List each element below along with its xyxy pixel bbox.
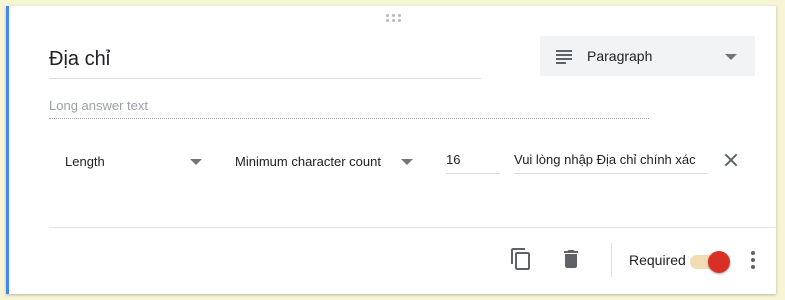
question-card[interactable]: Địa chỉ Paragraph Long answer text Lengt…	[6, 6, 779, 294]
validation-condition-select[interactable]: Minimum character count	[222, 146, 422, 174]
validation-type-select[interactable]: Length	[49, 146, 209, 174]
toggle-knob	[708, 251, 730, 273]
answer-placeholder: Long answer text	[49, 98, 649, 119]
chevron-down-icon	[190, 159, 202, 165]
validation-error-text-input[interactable]: Vui lòng nhập Địa chỉ chính xác	[514, 146, 707, 174]
duplicate-icon[interactable]	[509, 247, 533, 271]
paragraph-lines-icon	[556, 50, 572, 64]
footer-divider	[49, 227, 779, 228]
validation-type-label: Length	[65, 154, 105, 169]
footer-vertical-divider	[611, 243, 612, 277]
remove-validation-close-icon[interactable]	[724, 153, 738, 167]
required-toggle[interactable]	[690, 251, 730, 273]
question-type-dropdown[interactable]: Paragraph	[540, 36, 755, 76]
delete-icon[interactable]	[559, 247, 583, 271]
drag-handle-icon[interactable]	[386, 14, 404, 24]
question-title-input[interactable]: Địa chỉ	[49, 48, 481, 79]
validation-condition-label: Minimum character count	[235, 154, 381, 169]
validation-value-input[interactable]: 16	[446, 146, 500, 174]
chevron-down-icon	[401, 159, 413, 165]
required-label: Required	[629, 252, 686, 268]
question-type-label: Paragraph	[587, 48, 653, 64]
chevron-down-icon	[725, 54, 737, 60]
more-options-icon[interactable]	[750, 251, 756, 271]
